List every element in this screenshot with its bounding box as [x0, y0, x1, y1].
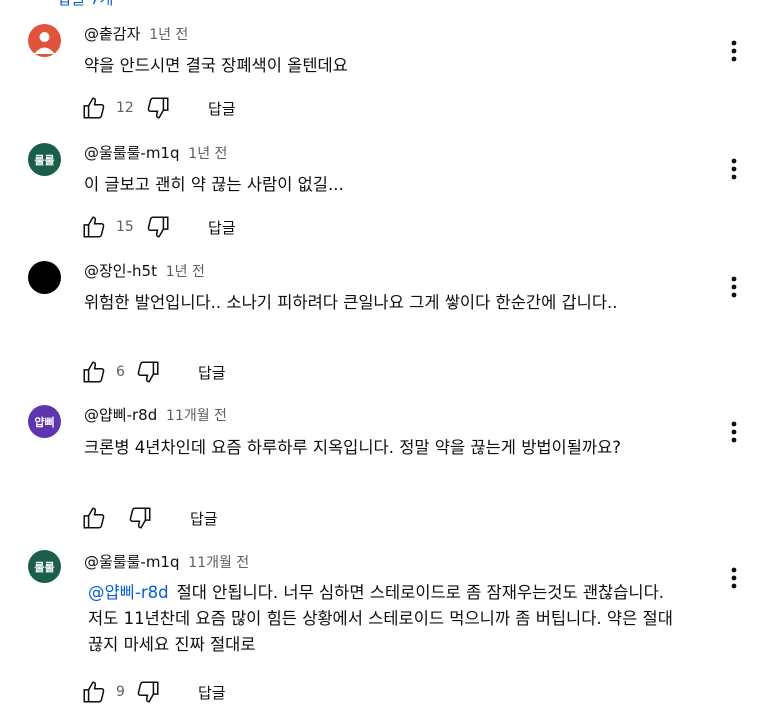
thumbs-down-icon [137, 361, 159, 383]
comment-author[interactable]: @울룰룰-m1q [84, 553, 180, 571]
comment-time[interactable]: 11개월 전 [188, 555, 249, 571]
more-actions-button[interactable] [726, 564, 742, 592]
more-vert-icon [731, 567, 737, 589]
thumbs-up-icon [83, 507, 105, 529]
dislike-button[interactable] [134, 358, 162, 386]
comment-author[interactable]: @울룰룰-m1q [84, 144, 180, 162]
like-count: 15 [116, 219, 134, 235]
avatar[interactable]: 룰룰 [28, 550, 61, 583]
more-actions-button[interactable] [726, 273, 742, 301]
replies-toggle[interactable]: ^ 답글 7개 [36, 0, 113, 9]
more-vert-icon [731, 158, 737, 180]
comment-text: 크론병 4년차인데 요즘 하루하루 지옥입니다. 정말 약을 끊는게 방법이될까… [84, 438, 622, 457]
avatar-text: 얍삐 [34, 415, 55, 429]
avatar[interactable]: 얍삐 [28, 405, 61, 438]
thumbs-up-icon [83, 216, 105, 238]
more-actions-button[interactable] [726, 418, 742, 446]
avatar-text: 룰룰 [34, 560, 55, 574]
thumbs-up-icon [83, 681, 105, 703]
comment-time[interactable]: 11개월 전 [166, 408, 227, 424]
thumbs-down-icon [147, 97, 169, 119]
more-actions-button[interactable] [726, 155, 742, 183]
thumbs-up-icon [83, 97, 105, 119]
like-button[interactable] [80, 504, 108, 532]
reply-button[interactable]: 답글 [198, 682, 226, 703]
avatar-text: 룰룰 [34, 153, 55, 167]
thumbs-down-icon [129, 507, 151, 529]
dislike-button[interactable] [144, 213, 172, 241]
comment-author[interactable]: @얍삐-r8d [84, 406, 157, 424]
comment-text: 위험한 발언입니다.. 소나기 피하려다 큰일나요 그게 쌓이다 한순간에 갑니… [84, 293, 618, 312]
comment-text-body: 절대 안됩니다. 너무 심하면 스테로이드로 좀 잠재우는것도 괜찮습니다. 저… [88, 583, 673, 654]
thumbs-down-icon [137, 681, 159, 703]
replies-toggle-label: 답글 7개 [58, 0, 114, 9]
like-count: 6 [116, 364, 125, 380]
reply-button[interactable]: 답글 [198, 362, 226, 383]
comment-author[interactable]: @춭감자 [84, 25, 140, 43]
avatar[interactable] [28, 261, 61, 294]
comment-text: 약을 안드시면 결국 장폐색이 올텐데요 [84, 56, 348, 75]
comment-author[interactable]: @장인-h5t [84, 262, 157, 280]
more-vert-icon [731, 40, 737, 62]
chevron-up-icon: ^ [36, 0, 48, 7]
more-vert-icon [731, 276, 737, 298]
dislike-button[interactable] [144, 94, 172, 122]
comment-time[interactable]: 1년 전 [188, 146, 227, 162]
like-button[interactable] [80, 358, 108, 386]
dislike-button[interactable] [126, 504, 154, 532]
avatar[interactable]: 룰룰 [28, 143, 61, 176]
dislike-button[interactable] [134, 678, 162, 706]
comment-time[interactable]: 1년 전 [166, 264, 205, 280]
like-button[interactable] [80, 213, 108, 241]
like-count: 12 [116, 100, 134, 116]
comment-text: @얍삐-r8d 절대 안됩니다. 너무 심하면 스테로이드로 좀 잠재우는것도 괜… [88, 580, 696, 658]
thumbs-up-icon [83, 361, 105, 383]
more-actions-button[interactable] [726, 37, 742, 65]
avatar[interactable] [28, 24, 61, 57]
like-count: 9 [116, 684, 125, 700]
more-vert-icon [731, 421, 737, 443]
thumbs-down-icon [147, 216, 169, 238]
comment-time[interactable]: 1년 전 [149, 27, 188, 43]
reply-button[interactable]: 답글 [208, 217, 236, 238]
reply-button[interactable]: 답글 [190, 508, 218, 529]
comment-text: 이 글보고 괜히 약 끊는 사람이 없길... [84, 175, 344, 194]
like-button[interactable] [80, 94, 108, 122]
mention-link[interactable]: @얍삐-r8d [88, 583, 169, 602]
like-button[interactable] [80, 678, 108, 706]
reply-button[interactable]: 답글 [208, 98, 236, 119]
